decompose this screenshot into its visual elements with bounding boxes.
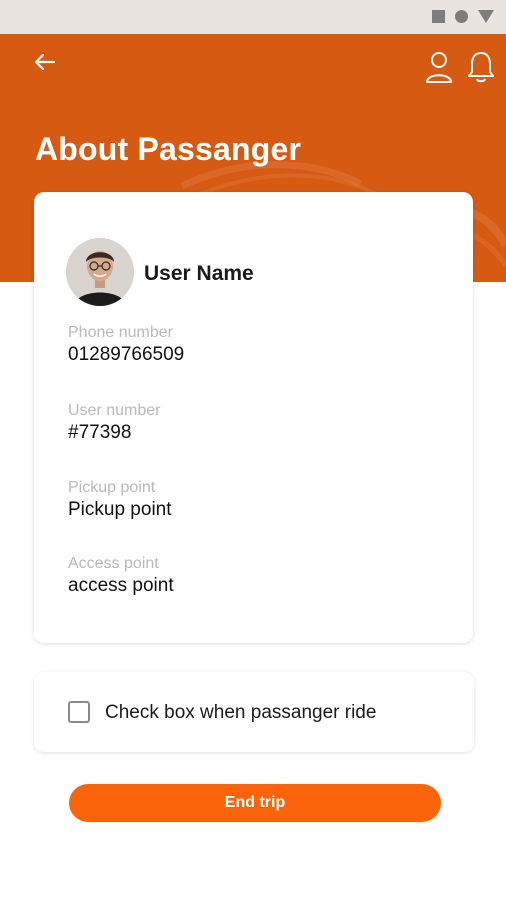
phone-number-value: 01289766509 (68, 344, 185, 365)
user-avatar (66, 238, 134, 306)
user-number-value: #77398 (68, 422, 132, 443)
bell-icon (468, 52, 494, 83)
end-trip-button[interactable]: End trip (69, 784, 441, 822)
circle-icon (455, 10, 468, 23)
user-icon (426, 52, 452, 83)
notifications-button[interactable] (465, 50, 497, 84)
passenger-ride-checkbox[interactable] (68, 701, 90, 723)
passenger-ride-checkbox-label[interactable]: Check box when passanger ride (105, 702, 376, 724)
profile-button[interactable] (424, 50, 454, 84)
system-icons (432, 10, 494, 23)
access-point-label: Access point (68, 555, 159, 572)
system-status-bar (0, 0, 506, 34)
passenger-name: User Name (144, 262, 254, 285)
pickup-point-label: Pickup point (68, 479, 156, 496)
phone-number-label: Phone number (68, 324, 173, 341)
square-icon (432, 10, 445, 23)
passenger-info-card: User Name Phone number 01289766509 User … (34, 192, 473, 643)
user-number-label: User number (68, 402, 161, 419)
triangle-icon (478, 10, 494, 23)
avatar (66, 238, 134, 306)
pickup-point-value: Pickup point (68, 499, 172, 520)
back-button[interactable] (30, 48, 60, 76)
access-point-value: access point (68, 575, 174, 596)
page-title: About Passanger (35, 131, 302, 167)
ride-check-card: Check box when passanger ride (34, 672, 474, 752)
arrow-left-icon (34, 53, 56, 71)
